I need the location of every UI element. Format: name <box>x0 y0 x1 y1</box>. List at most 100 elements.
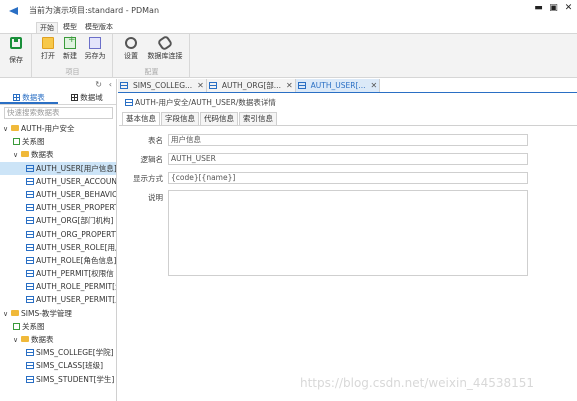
group-project-label: 项目 <box>65 68 80 76</box>
minimize-icon[interactable]: ▬ <box>534 4 543 13</box>
document-tab[interactable]: AUTH_ORG[部... ✕ <box>206 79 296 92</box>
tree-item-label: SIMS-教学管理 <box>21 308 72 318</box>
tab-domains[interactable]: 数据域 <box>58 91 116 104</box>
table-icon <box>297 82 306 89</box>
tree-item-label: SIMS_STUDENT[学生] <box>36 374 115 384</box>
tree-item-label: AUTH_USER_ROLE[用户 <box>36 242 116 252</box>
table-icon <box>26 190 34 198</box>
tree-folder-item[interactable]: ∨ SIMS-教学管理 <box>0 307 116 320</box>
tab-code-info[interactable]: 代码信息 <box>200 112 238 125</box>
tab-basic-info[interactable]: 基本信息 <box>122 112 160 125</box>
folder-icon <box>21 151 29 158</box>
title-bar: 当前为演示项目:standard - PDMan ▬ ▣ ✕ <box>0 0 577 21</box>
new-file-icon <box>64 35 76 49</box>
close-tab-icon[interactable]: ✕ <box>286 79 293 92</box>
tab-model[interactable]: 模型 <box>60 22 80 33</box>
tree-item-label: 关系图 <box>22 137 45 147</box>
display-mode-input[interactable]: {code}[{name}] <box>168 172 528 184</box>
watermark: https://blog.csdn.net/weixin_44538151 <box>300 376 535 390</box>
group-config-label: 配置 <box>144 68 159 76</box>
tree-item-label: AUTH_USER[用户信息] <box>36 163 116 173</box>
close-icon[interactable]: ✕ <box>564 4 573 13</box>
chevron-down-icon[interactable]: ∨ <box>13 334 21 346</box>
table-icon <box>120 82 128 89</box>
description-textarea[interactable] <box>168 190 528 276</box>
settings-button[interactable]: 设置 <box>120 37 142 61</box>
save-icon <box>10 37 22 49</box>
left-panel: ↻ ‹ 数据表 数据域 快速搜索数据表 ∨ AUTH-用户安全 关系图 ∨ 数据表 AUT… <box>0 79 117 401</box>
display-mode-label: 显示方式 <box>133 174 163 183</box>
relation-diagram-icon <box>13 138 20 146</box>
document-tab[interactable]: AUTH_USER[... ✕ <box>295 79 381 92</box>
detail-tabs: 基本信息 字段信息 代码信息 索引信息 <box>122 112 278 125</box>
save-label: 保存 <box>9 56 23 64</box>
collapse-icon[interactable]: ‹ <box>109 80 112 89</box>
ribbon-toolbar: 保存 打开 新建 另存为 项目 设置 数据库连接 配置 <box>0 33 577 78</box>
tree-item-label: AUTH_USER_PROPERTY <box>36 203 116 213</box>
app-logo-icon <box>9 6 19 16</box>
open-label: 打开 <box>41 52 55 60</box>
table-icon <box>26 164 34 172</box>
tree-item-label: SIMS_CLASS[班级] <box>36 361 104 371</box>
new-label: 新建 <box>63 52 77 60</box>
chevron-down-icon[interactable]: ∨ <box>13 149 21 161</box>
document-tab-label: AUTH_USER[... <box>310 81 366 90</box>
tree-table-item[interactable]: SIMS_STUDENT[学生] <box>0 373 116 386</box>
tree-table-item[interactable]: AUTH_USER[用户信息] <box>0 161 116 175</box>
folder-icon <box>11 125 19 131</box>
tab-tables[interactable]: 数据表 <box>0 91 58 104</box>
domain-grid-icon <box>71 94 79 101</box>
settings-label: 设置 <box>124 52 138 60</box>
tree-table-item[interactable]: AUTH_USER_PROPERTY <box>0 201 116 214</box>
table-icon <box>26 243 34 251</box>
tree-diagram-item[interactable]: 关系图 <box>0 320 116 333</box>
new-button[interactable]: 新建 <box>59 35 81 61</box>
tree-folder-item[interactable]: ∨ AUTH-用户安全 <box>0 122 116 135</box>
tree-table-item[interactable]: AUTH_USER_BEHAVIOR <box>0 188 116 201</box>
table-icon <box>125 99 133 106</box>
tree-table-item[interactable]: AUTH_PERMIT[权限信 <box>0 267 116 280</box>
chevron-down-icon[interactable]: ∨ <box>3 123 11 135</box>
tree-item-label: AUTH-用户安全 <box>21 124 75 133</box>
tab-model-version[interactable]: 模型版本 <box>82 22 116 33</box>
save-button[interactable]: 保存 <box>5 37 27 65</box>
window-controls: ▬ ▣ ✕ <box>534 4 573 13</box>
tab-index-info[interactable]: 索引信息 <box>239 112 277 125</box>
search-input[interactable]: 快速搜索数据表 <box>4 107 113 119</box>
tree-item-label: AUTH_ROLE[角色信息] <box>36 255 116 265</box>
tree-diagram-item[interactable]: 关系图 <box>0 135 116 148</box>
maximize-icon[interactable]: ▣ <box>549 4 558 13</box>
table-name-input[interactable]: 用户信息 <box>168 134 528 146</box>
tree-table-item[interactable]: AUTH_ROLE_PERMIT[角 <box>0 280 116 293</box>
chevron-down-icon[interactable]: ∨ <box>3 308 11 320</box>
tree-table-item[interactable]: AUTH_USER_ACCOUNT <box>0 175 116 188</box>
tab-field-info[interactable]: 字段信息 <box>161 112 199 125</box>
tree-item-label: AUTH_PERMIT[权限信 <box>36 269 114 279</box>
tree-table-item[interactable]: AUTH_USER_PERMIT[用 <box>0 293 116 306</box>
breadcrumb: AUTH-用户安全/AUTH_USER/数据表详情 <box>125 97 276 108</box>
tree-table-item[interactable]: AUTH_USER_ROLE[用户 <box>0 241 116 254</box>
table-icon <box>26 204 34 212</box>
tree-table-item[interactable]: SIMS_COLLEGE[学院] <box>0 346 116 359</box>
tree-item-label: AUTH_USER_BEHAVIOR <box>36 189 116 199</box>
table-name-label: 表名 <box>148 136 163 145</box>
tree-item-label: SIMS_COLLEGE[学院] <box>36 348 114 358</box>
refresh-icon[interactable]: ↻ <box>95 80 102 89</box>
close-tab-icon[interactable]: ✕ <box>371 79 378 92</box>
tree-table-item[interactable]: AUTH_ORG_PROPERTY <box>0 228 116 241</box>
open-button[interactable]: 打开 <box>37 37 59 61</box>
logic-name-input[interactable]: AUTH_USER <box>168 153 528 165</box>
tree-folder-item[interactable]: ∨ 数据表 <box>0 148 116 161</box>
tree-table-item[interactable]: AUTH_ROLE[角色信息] <box>0 254 116 267</box>
tree-table-item[interactable]: SIMS_CLASS[班级] <box>0 359 116 372</box>
tree-item-label: 数据表 <box>31 150 54 160</box>
window-title: 当前为演示项目:standard - PDMan <box>29 6 160 15</box>
tree-folder-item[interactable]: ∨ 数据表 <box>0 333 116 346</box>
close-tab-icon[interactable]: ✕ <box>197 79 204 92</box>
document-tab[interactable]: SIMS_COLLEG... ✕ <box>118 79 207 92</box>
tab-start[interactable]: 开始 <box>36 22 58 33</box>
saveas-button[interactable]: 另存为 <box>81 37 109 61</box>
document-tabs: SIMS_COLLEG... ✕ AUTH_ORG[部... ✕ AUTH_USER[.… <box>118 79 577 93</box>
tree-table-item[interactable]: AUTH_ORG[部门机构] <box>0 214 116 227</box>
db-connection-button[interactable]: 数据库连接 <box>144 34 186 61</box>
